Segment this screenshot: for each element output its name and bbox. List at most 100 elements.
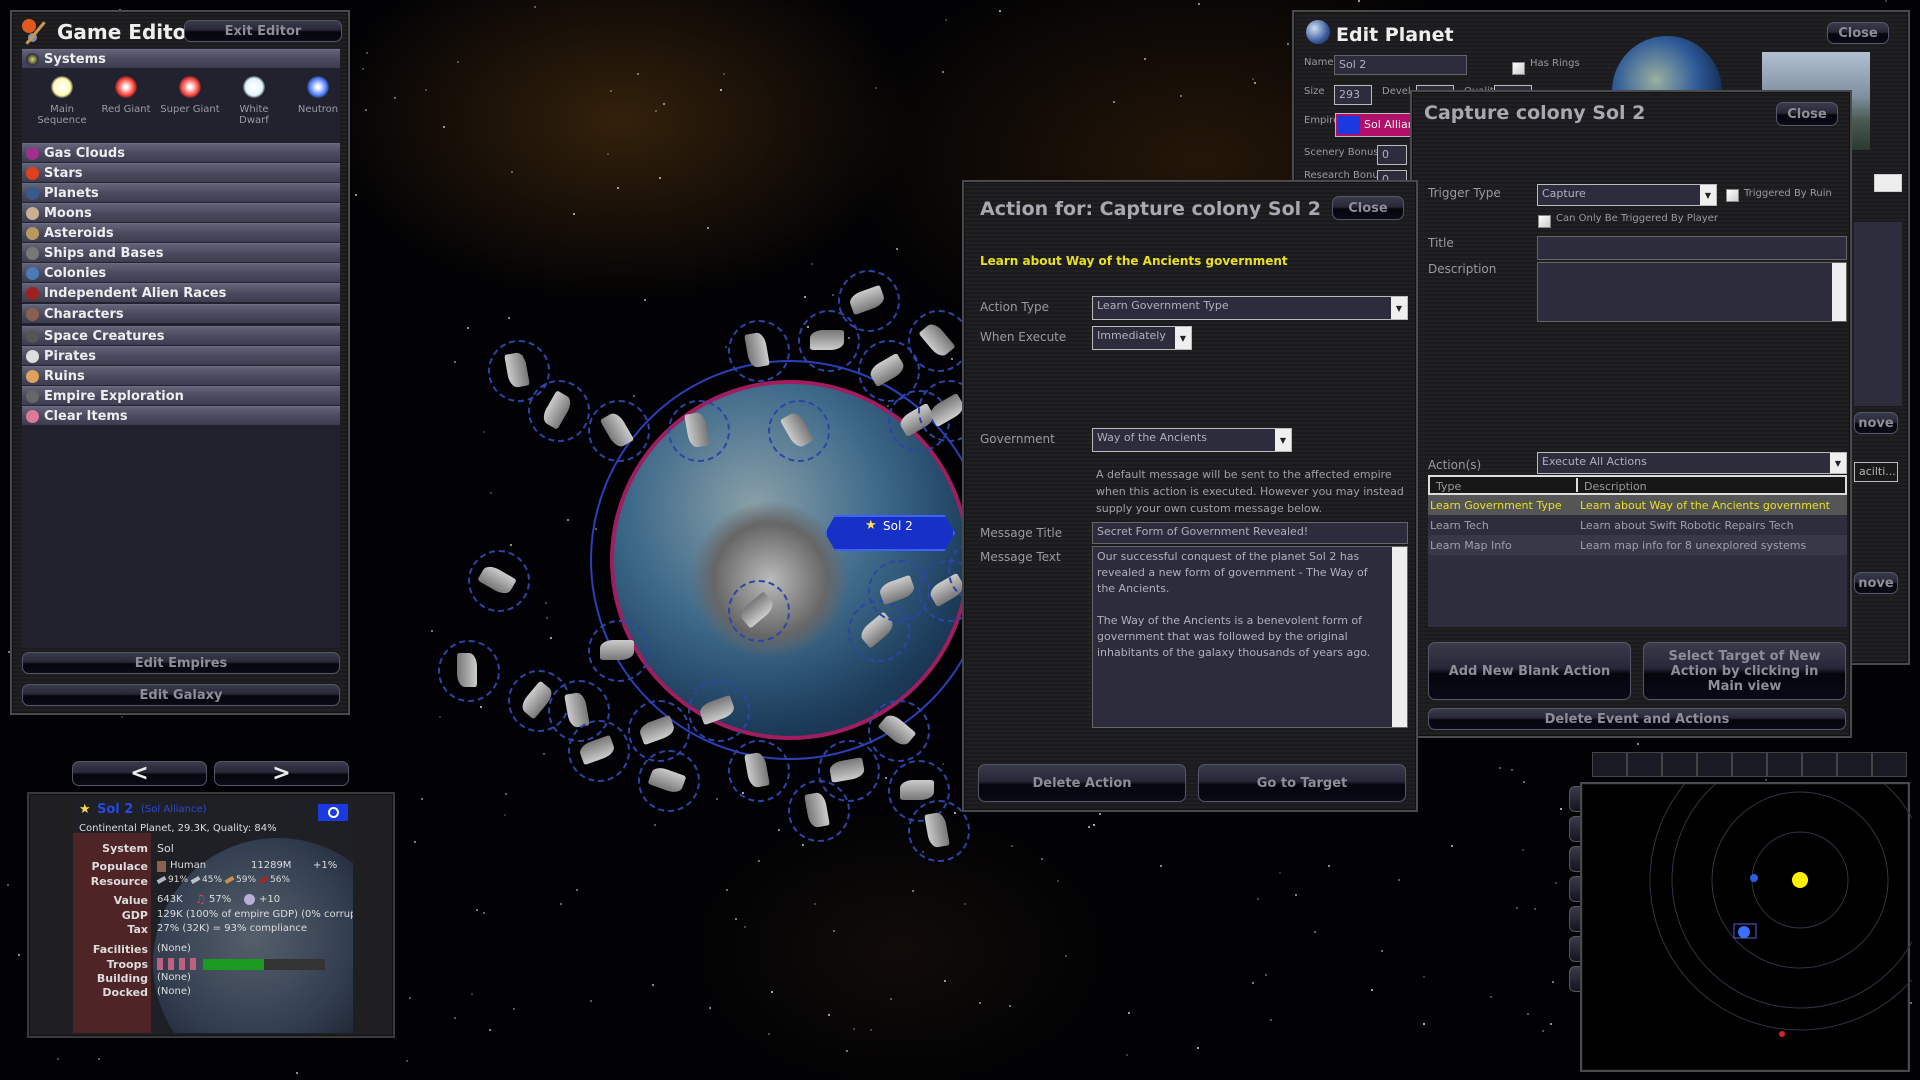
rings-filter-icon[interactable]: [1767, 752, 1802, 777]
ship-sprite[interactable]: [457, 653, 477, 687]
ship-sprite[interactable]: [810, 330, 844, 350]
section-gas-clouds[interactable]: Gas Clouds: [22, 143, 340, 162]
trade-route-filter-icon[interactable]: [1662, 752, 1697, 777]
planet-name-input[interactable]: Sol 2: [1334, 55, 1467, 75]
message-title-input[interactable]: Secret Form of Government Revealed!: [1092, 522, 1408, 544]
star-type-option[interactable]: Super Giant: [160, 76, 220, 115]
background-star: [1041, 858, 1043, 860]
section-pirates[interactable]: Pirates: [22, 346, 340, 365]
background-star: [1314, 931, 1316, 933]
event-title-input[interactable]: [1537, 236, 1847, 260]
event-close-button[interactable]: Close: [1776, 102, 1838, 126]
game-editor-logo-icon: [20, 17, 52, 49]
star-type-option[interactable]: Red Giant: [96, 76, 156, 115]
triggered-by-ruin-checkbox[interactable]: [1726, 189, 1739, 202]
background-star: [1523, 781, 1525, 783]
actions-mode-select[interactable]: Execute All Actions ▼: [1537, 452, 1847, 474]
select-target-action-button[interactable]: Select Target of New Action by clicking …: [1643, 642, 1846, 700]
message-text-label: Message Text: [980, 550, 1061, 564]
background-star: [1057, 880, 1059, 882]
action-editor-dialog: Action for: Capture colony Sol 2 Close L…: [962, 180, 1418, 812]
background-star: [1550, 1023, 1552, 1025]
star-type-option[interactable]: Main Sequence: [32, 76, 92, 126]
row-description: Learn map info for 8 unexplored systems: [1580, 538, 1807, 552]
message-text-scrollbar[interactable]: [1392, 547, 1407, 727]
remove-facility-button[interactable]: nove: [1854, 572, 1898, 594]
background-star: [489, 1029, 491, 1031]
background-star: [944, 980, 946, 982]
has-rings-label: Has Rings: [1530, 58, 1580, 69]
section-ruins[interactable]: Ruins: [22, 366, 340, 385]
section-stars[interactable]: Stars: [22, 163, 340, 182]
event-description-textarea[interactable]: [1537, 262, 1847, 322]
section-colonies[interactable]: Colonies: [22, 263, 340, 282]
globe-filter-icon[interactable]: [1872, 752, 1907, 777]
resource-key: Resource: [90, 875, 148, 888]
when-execute-select[interactable]: Immediately ▼: [1092, 326, 1192, 350]
description-scrollbar[interactable]: [1832, 263, 1846, 321]
nebula-filter-icon[interactable]: [1837, 752, 1872, 777]
empire-flag-icon[interactable]: [318, 804, 348, 821]
section-asteroids[interactable]: Asteroids: [22, 223, 340, 242]
section-characters[interactable]: Characters: [22, 304, 340, 323]
section-moons[interactable]: Moons: [22, 203, 340, 222]
column-header-description[interactable]: Description: [1584, 480, 1647, 493]
has-rings-checkbox[interactable]: [1512, 62, 1525, 75]
action-close-button[interactable]: Close: [1332, 196, 1404, 220]
map-planet-label[interactable]: ★ Sol 2: [825, 515, 955, 551]
column-header-type[interactable]: Type: [1436, 480, 1461, 493]
size-stepper[interactable]: 293: [1334, 85, 1372, 105]
planet-image-selector[interactable]: [1874, 174, 1902, 192]
resource-value: 45%: [202, 875, 223, 885]
facilities-select[interactable]: acilti...: [1854, 462, 1898, 482]
value-amount: 643K: [157, 894, 183, 905]
ship-sprite[interactable]: [600, 640, 634, 660]
building-key: Building: [96, 972, 148, 985]
previous-item-button[interactable]: <: [72, 761, 207, 786]
action-table-row[interactable]: Learn Government Type Learn about Way of …: [1428, 495, 1847, 515]
section-clear-items[interactable]: Clear Items: [22, 406, 340, 425]
scenery-bonus-input[interactable]: 0: [1377, 145, 1407, 165]
edit-galaxy-button[interactable]: Edit Galaxy: [22, 684, 340, 706]
planets-filter-icon[interactable]: [1732, 752, 1767, 777]
trigger-type-select[interactable]: Capture ▼: [1537, 184, 1717, 206]
fleets-filter-icon[interactable]: [1627, 752, 1662, 777]
section-label: Gas Clouds: [44, 145, 125, 161]
background-star: [723, 73, 725, 75]
background-star: [1637, 743, 1639, 745]
action-type-label: Action Type: [980, 300, 1049, 314]
section-planets[interactable]: Planets: [22, 183, 340, 202]
government-select[interactable]: Way of the Ancients ▼: [1092, 428, 1292, 452]
section-space-creatures[interactable]: Space Creatures: [22, 326, 340, 345]
section-empire-exploration[interactable]: Empire Exploration: [22, 386, 340, 405]
star-type-option[interactable]: White Dwarf: [224, 76, 284, 126]
background-star: [1252, 78, 1254, 80]
remove-button[interactable]: nove: [1854, 412, 1898, 434]
only-player-checkbox[interactable]: [1538, 215, 1551, 228]
ships-filter-icon[interactable]: [1592, 752, 1627, 777]
system-minimap[interactable]: [1580, 782, 1912, 1072]
exit-editor-button[interactable]: Exit Editor: [184, 20, 342, 42]
add-blank-action-button[interactable]: Add New Blank Action: [1428, 642, 1631, 700]
section-ships-and-bases[interactable]: Ships and Bases: [22, 243, 340, 262]
delete-event-button[interactable]: Delete Event and Actions: [1428, 708, 1846, 730]
delete-action-button[interactable]: Delete Action: [978, 764, 1186, 802]
background-star: [1257, 898, 1259, 900]
action-table-row[interactable]: Learn Tech Learn about Swift Robotic Repa…: [1428, 515, 1847, 535]
next-item-button[interactable]: >: [214, 761, 349, 786]
supply-route-filter-icon[interactable]: [1697, 752, 1732, 777]
ship-sprite[interactable]: [900, 780, 934, 800]
go-to-target-button[interactable]: Go to Target: [1198, 764, 1406, 802]
exploration-icon: [26, 390, 39, 403]
star-type-option[interactable]: Neutron: [288, 76, 348, 115]
light-filter-icon[interactable]: [1802, 752, 1837, 777]
background-star: [768, 1033, 770, 1035]
section-systems[interactable]: Systems: [22, 49, 340, 68]
action-type-select[interactable]: Learn Government Type ▼: [1092, 296, 1408, 320]
action-table-row[interactable]: Learn Map Info Learn map info for 8 unexp…: [1428, 535, 1847, 555]
message-text-textarea[interactable]: Our successful conquest of the planet So…: [1092, 546, 1408, 728]
edit-planet-close-button[interactable]: Close: [1827, 22, 1889, 44]
edit-empires-button[interactable]: Edit Empires: [22, 652, 340, 674]
section-independent-alien-races[interactable]: Independent Alien Races: [22, 283, 340, 302]
resource-icon: [156, 876, 167, 884]
